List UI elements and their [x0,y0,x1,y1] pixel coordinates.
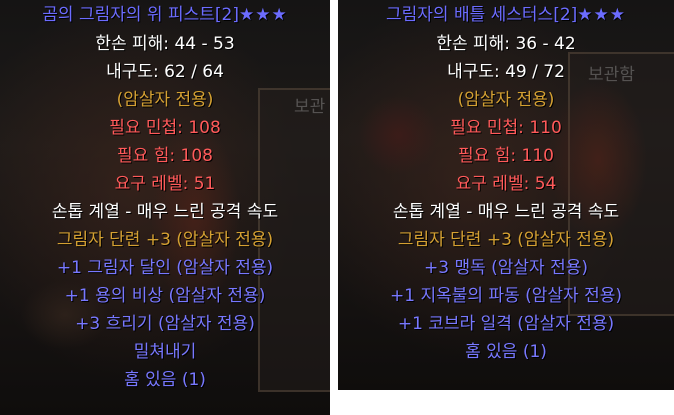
item-stat-line: 요구 레벨: 51 [114,174,216,194]
item-stat-line: 손톱 계열 - 매우 느린 공격 속도 [51,202,279,222]
item-stat-line: 홈 있음 (1) [124,370,206,390]
item-stat-line: 요구 레벨: 54 [455,174,557,194]
item-stat-line: 필요 민첩: 108 [109,118,221,138]
item-stat-line: 필요 힘: 108 [117,146,213,166]
item-name: 그림자의 배틀 세스터스[2] [385,5,578,25]
item-stat-line: 내구도: 62 / 64 [106,62,224,82]
item-stat-line: +1 지옥불의 파동 (암살자 전용) [390,286,622,306]
item-stat-line: 홈 있음 (1) [465,342,547,362]
item-stat-line: 그림자 단련 +3 (암살자 전용) [56,230,274,250]
item-stat-line: 필요 민첩: 110 [450,118,562,138]
item-title: 곰의 그림자의 위 피스트[2]★★★ [0,0,330,30]
item-stat-line: 내구도: 49 / 72 [447,62,565,82]
star-rating-icon: ★★★ [238,5,288,25]
right-item-tooltip: 보관함 그림자의 배틀 세스터스[2]★★★ 한손 피해: 36 - 42 내구도… [338,0,674,390]
item-stat-line: +1 그림자 달인 (암살자 전용) [56,258,274,278]
item-stat-line: 필요 힘: 110 [458,146,554,166]
star-rating-icon: ★★★ [577,5,627,25]
item-stat-line: (암살자 전용) [116,90,214,110]
item-title: 그림자의 배틀 세스터스[2]★★★ [338,0,674,30]
left-item-tooltip: 보관 곰의 그림자의 위 피스트[2]★★★ 한손 피해: 44 - 53 내구도… [0,0,330,415]
item-stat-line: (암살자 전용) [457,90,555,110]
item-stat-line: 그림자 단련 +3 (암살자 전용) [397,230,615,250]
left-tooltip-text: 곰의 그림자의 위 피스트[2]★★★ 한손 피해: 44 - 53 내구도: 6… [0,0,330,394]
item-name: 곰의 그림자의 위 피스트[2] [42,5,239,25]
item-stat-line: +1 용의 비상 (암살자 전용) [64,286,266,306]
item-stat-line: +3 흐리기 (암살자 전용) [75,314,255,334]
item-stat-lines: 한손 피해: 36 - 42 내구도: 49 / 72 (암살자 전용) 필요 민첩:… [338,30,674,366]
item-stat-lines: 한손 피해: 44 - 53 내구도: 62 / 64 (암살자 전용) 필요 민첩:… [0,30,330,394]
item-stat-line: 밀쳐내기 [133,342,197,362]
right-tooltip-text: 그림자의 배틀 세스터스[2]★★★ 한손 피해: 36 - 42 내구도: 49… [338,0,674,366]
item-stat-line: +3 맹독 (암살자 전용) [423,258,589,278]
item-stat-line: +1 코브라 일격 (암살자 전용) [397,314,615,334]
item-stat-line: 한손 피해: 36 - 42 [436,34,576,54]
item-stat-line: 손톱 계열 - 매우 느린 공격 속도 [392,202,620,222]
item-stat-line: 한손 피해: 44 - 53 [95,34,235,54]
